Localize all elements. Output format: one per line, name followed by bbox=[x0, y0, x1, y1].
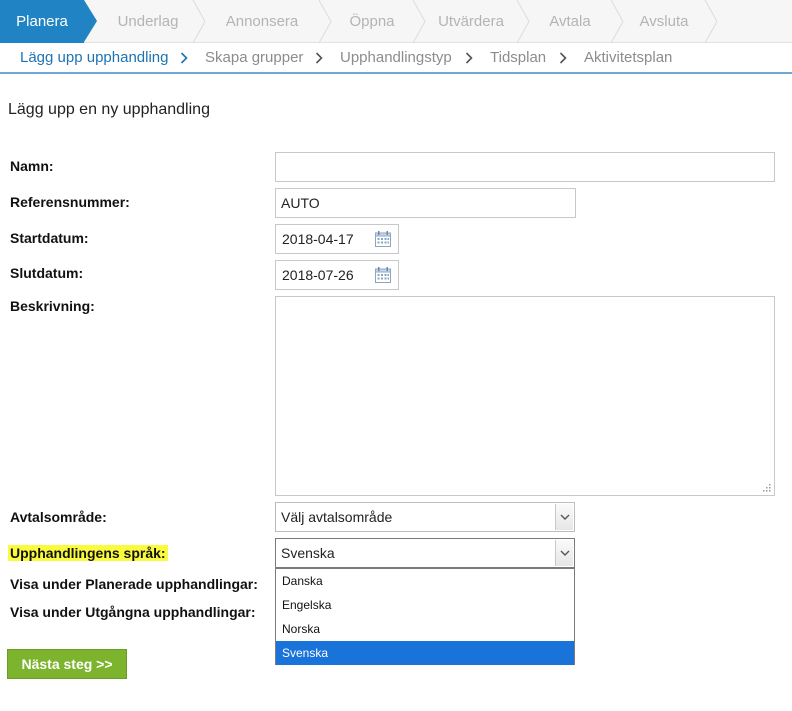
step-utvardera[interactable]: Utvärdera bbox=[426, 0, 516, 43]
step-planera[interactable]: Planera bbox=[0, 0, 97, 43]
start-date-value: 2018-04-17 bbox=[282, 231, 354, 247]
step-label: Avsluta bbox=[639, 13, 689, 30]
step-label: Utvärdera bbox=[438, 13, 504, 30]
language-dropdown-list: Danska Engelska Norska Svenska bbox=[275, 568, 575, 665]
substep-aktivitetsplan[interactable]: Aktivitetsplan bbox=[584, 49, 672, 66]
language-option-norska[interactable]: Norska bbox=[276, 617, 574, 641]
substep-tidsplan[interactable]: Tidsplan bbox=[490, 49, 546, 66]
language-option-engelska[interactable]: Engelska bbox=[276, 593, 574, 617]
step-separator-icon bbox=[610, 0, 624, 43]
agreement-area-value: Välj avtalsområde bbox=[281, 509, 393, 525]
step-avtala[interactable]: Avtala bbox=[530, 0, 610, 43]
chevron-down-icon[interactable] bbox=[555, 504, 573, 530]
language-option-svenska[interactable]: Svenska bbox=[276, 641, 574, 665]
language-option-danska[interactable]: Danska bbox=[276, 569, 574, 593]
chevron-right-icon bbox=[559, 52, 567, 64]
step-separator-icon bbox=[412, 0, 426, 43]
description-textarea[interactable] bbox=[275, 296, 775, 496]
step-label: Underlag bbox=[117, 13, 179, 30]
end-date-value: 2018-07-26 bbox=[282, 267, 354, 283]
substep-skapa-grupper[interactable]: Skapa grupper bbox=[205, 49, 303, 66]
language-label-text: Upphandlingens språk: bbox=[8, 545, 168, 561]
step-underlag[interactable]: Underlag bbox=[104, 0, 192, 43]
step-label: Annonsera bbox=[225, 13, 299, 30]
start-date-field[interactable]: 2018-04-17 bbox=[275, 224, 399, 254]
process-step-bar: Planera Underlag Annonsera Öppna Utvärde… bbox=[0, 0, 792, 43]
end-date-label: Slutdatum: bbox=[10, 265, 84, 281]
next-step-button[interactable]: Nästa steg >> bbox=[7, 649, 127, 679]
step-label: Öppna bbox=[349, 13, 395, 30]
page-title: Lägg upp en ny upphandling bbox=[8, 101, 210, 118]
name-label: Namn: bbox=[10, 158, 54, 174]
step-separator-icon bbox=[318, 0, 332, 43]
agreement-area-label: Avtalsområde: bbox=[10, 509, 107, 525]
chevron-right-icon bbox=[315, 52, 323, 64]
chevron-right-icon bbox=[465, 52, 473, 64]
agreement-area-select[interactable]: Välj avtalsområde bbox=[275, 502, 575, 532]
step-separator-icon bbox=[704, 0, 718, 43]
step-separator-icon bbox=[516, 0, 530, 43]
resize-grip-icon[interactable] bbox=[762, 483, 772, 493]
step-separator-icon bbox=[192, 0, 206, 43]
step-avsluta[interactable]: Avsluta bbox=[624, 0, 704, 43]
language-select[interactable]: Svenska bbox=[275, 538, 575, 568]
calendar-icon[interactable] bbox=[374, 230, 392, 248]
chevron-down-icon[interactable] bbox=[555, 540, 573, 566]
show-planned-label: Visa under Planerade upphandlingar: bbox=[10, 576, 258, 592]
show-expired-label: Visa under Utgångna upphandlingar: bbox=[10, 604, 256, 620]
substep-lagg-upp-upphandling[interactable]: Lägg upp upphandling bbox=[20, 49, 168, 66]
language-value: Svenska bbox=[281, 545, 335, 561]
step-label: Avtala bbox=[549, 13, 591, 30]
end-date-field[interactable]: 2018-07-26 bbox=[275, 260, 399, 290]
chevron-right-icon bbox=[180, 52, 188, 64]
start-date-label: Startdatum: bbox=[10, 230, 89, 246]
description-label: Beskrivning: bbox=[10, 298, 95, 314]
step-annonsera[interactable]: Annonsera bbox=[206, 0, 318, 43]
name-field[interactable] bbox=[275, 152, 775, 182]
step-label: Planera bbox=[16, 13, 68, 30]
step-oppna[interactable]: Öppna bbox=[332, 0, 412, 43]
substep-breadcrumb: Lägg upp upphandling Skapa grupper Uppha… bbox=[0, 43, 792, 74]
language-label: Upphandlingens språk: bbox=[8, 545, 168, 561]
calendar-icon[interactable] bbox=[374, 266, 392, 284]
reference-label: Referensnummer: bbox=[10, 194, 130, 210]
reference-field[interactable]: AUTO bbox=[275, 188, 576, 218]
substep-upphandlingstyp[interactable]: Upphandlingstyp bbox=[340, 49, 452, 66]
